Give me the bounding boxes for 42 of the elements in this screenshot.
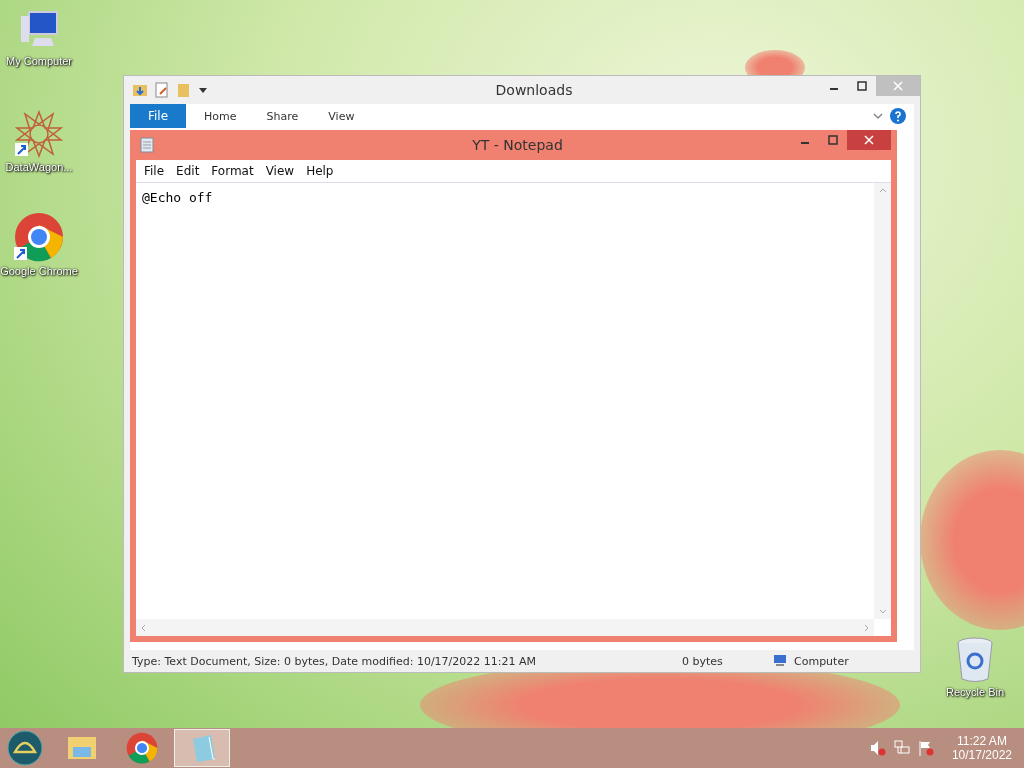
status-text: Type: Text Document, Size: 0 bytes, Date modified: 10/17/2022 11:21 AM	[132, 654, 538, 668]
computer-icon	[772, 655, 788, 667]
star-pattern-icon[interactable]	[15, 110, 63, 158]
status-size: 0 bytes	[682, 654, 724, 668]
chrome-icon[interactable]	[14, 212, 64, 262]
horizontal-scrollbar[interactable]	[136, 619, 874, 636]
caret-icon[interactable]	[198, 85, 208, 95]
maximize-icon	[828, 135, 838, 145]
menu-item[interactable]: View	[259, 164, 301, 178]
ribbon-tab[interactable]: Share	[254, 109, 311, 123]
muted-speaker-icon[interactable]	[869, 740, 886, 756]
notepad-icon[interactable]	[140, 137, 154, 153]
minimize-icon	[830, 88, 838, 90]
minimize-icon	[801, 142, 809, 144]
ribbon-tab[interactable]: View	[316, 109, 367, 123]
chevron-icon[interactable]	[872, 110, 884, 122]
menu-item[interactable]: File	[138, 164, 171, 178]
text-editor[interactable]: @Echo off	[136, 183, 891, 636]
folder-icon[interactable]	[132, 82, 148, 98]
editor-text: @Echo off	[142, 190, 213, 205]
status-location: Computer	[794, 654, 849, 668]
window-title: YT - Notepad	[471, 137, 564, 153]
vertical-scrollbar[interactable]	[874, 183, 891, 619]
flag-icon[interactable]	[917, 740, 934, 756]
help-icon[interactable]	[890, 108, 906, 124]
file-menu-button[interactable]: File	[130, 104, 187, 128]
recycle-bin-icon[interactable]	[955, 637, 995, 683]
menu-item[interactable]: Format	[205, 164, 260, 178]
chrome-icon	[126, 732, 158, 764]
close-icon	[893, 81, 903, 91]
start-orb-icon	[7, 730, 43, 766]
clock-date: 10/17/2022	[951, 748, 1012, 762]
ribbon-tab[interactable]: Home	[192, 109, 249, 123]
close-button[interactable]	[847, 130, 891, 150]
close-icon	[864, 135, 874, 145]
window-title: Downloads	[494, 82, 574, 98]
menu-item[interactable]: Help	[300, 164, 340, 178]
clock-time: 11:22 AM	[957, 734, 1007, 748]
network-icon[interactable]	[893, 740, 910, 756]
properties-icon[interactable]	[154, 82, 170, 98]
maximize-icon	[857, 81, 867, 91]
menu-item[interactable]: Edit	[170, 164, 206, 178]
